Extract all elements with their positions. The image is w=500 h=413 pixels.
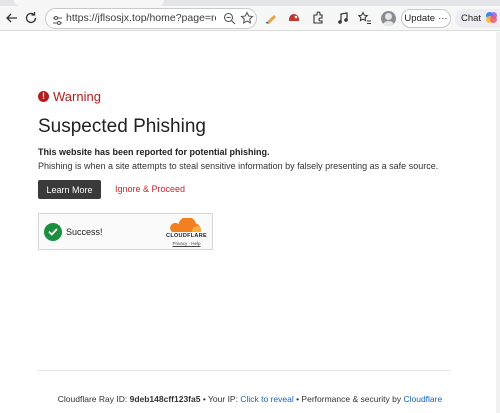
favorites-list-icon[interactable] [356,9,374,27]
success-check-icon [44,223,62,241]
ignore-proceed-link[interactable]: Ignore & Proceed [115,184,185,194]
media-music-icon[interactable] [334,9,352,27]
cloudflare-cloud-icon [170,216,202,232]
reveal-ip-link[interactable]: Click to reveal [240,394,293,404]
refresh-icon[interactable] [22,9,40,27]
profile-avatar[interactable] [381,11,396,26]
performance-label: Performance & security by [301,394,404,404]
cloudflare-link[interactable]: Cloudflare [403,394,442,404]
footer-separator: • [200,394,209,404]
captcha-links: Privacy · Help [164,241,209,246]
site-info-icon[interactable] [52,13,63,31]
phishing-explanation: Phishing is when a site attempts to stea… [38,161,439,171]
learn-more-button[interactable]: Learn More [38,180,101,199]
copilot-icon [485,11,498,27]
address-bar[interactable]: https://jflsosjx.top/home?page=reg... [45,8,257,29]
cloudflare-logo: CLOUDFLARE Privacy · Help [164,216,209,248]
warning-icon: ! [38,91,49,102]
warning-label: Warning [53,89,101,104]
captcha-status: Success! [66,227,103,237]
ip-label: Your IP: [208,394,241,404]
page-title: Suspected Phishing [38,116,206,137]
favorite-star-icon[interactable] [240,11,254,30]
page-scrollbar[interactable] [496,32,500,413]
back-icon[interactable] [3,9,21,27]
warning-heading: ! Warning [38,89,101,104]
help-link[interactable]: Help [191,241,200,246]
browser-toolbar: https://jflsosjx.top/home?page=reg... Up… [0,6,500,31]
privacy-link[interactable]: Privacy [172,241,187,246]
ray-id-label: Cloudflare Ray ID: [57,394,130,404]
cloudflare-brand: CLOUDFLARE [166,233,207,239]
chat-label: Chat [461,13,482,24]
extension-pen-icon[interactable] [262,9,280,27]
reported-notice: This website has been reported for poten… [38,147,270,157]
footer-divider [38,370,450,371]
extensions-puzzle-icon[interactable] [309,9,327,27]
extension-shield-icon[interactable] [285,9,303,27]
more-dots-icon: ··· [438,13,448,24]
update-label: Update [404,13,436,24]
zoom-icon[interactable] [223,12,236,30]
ray-id-value: 9deb148cff123fa5 [129,394,201,404]
footer: Cloudflare Ray ID: 9deb148cff123fa5 • Yo… [0,394,500,404]
update-button[interactable]: Update ··· [401,9,451,28]
captcha-widget: Success! CLOUDFLARE Privacy · Help [38,213,213,250]
chat-button[interactable]: Chat [455,9,500,28]
url-text[interactable]: https://jflsosjx.top/home?page=reg... [66,12,216,24]
